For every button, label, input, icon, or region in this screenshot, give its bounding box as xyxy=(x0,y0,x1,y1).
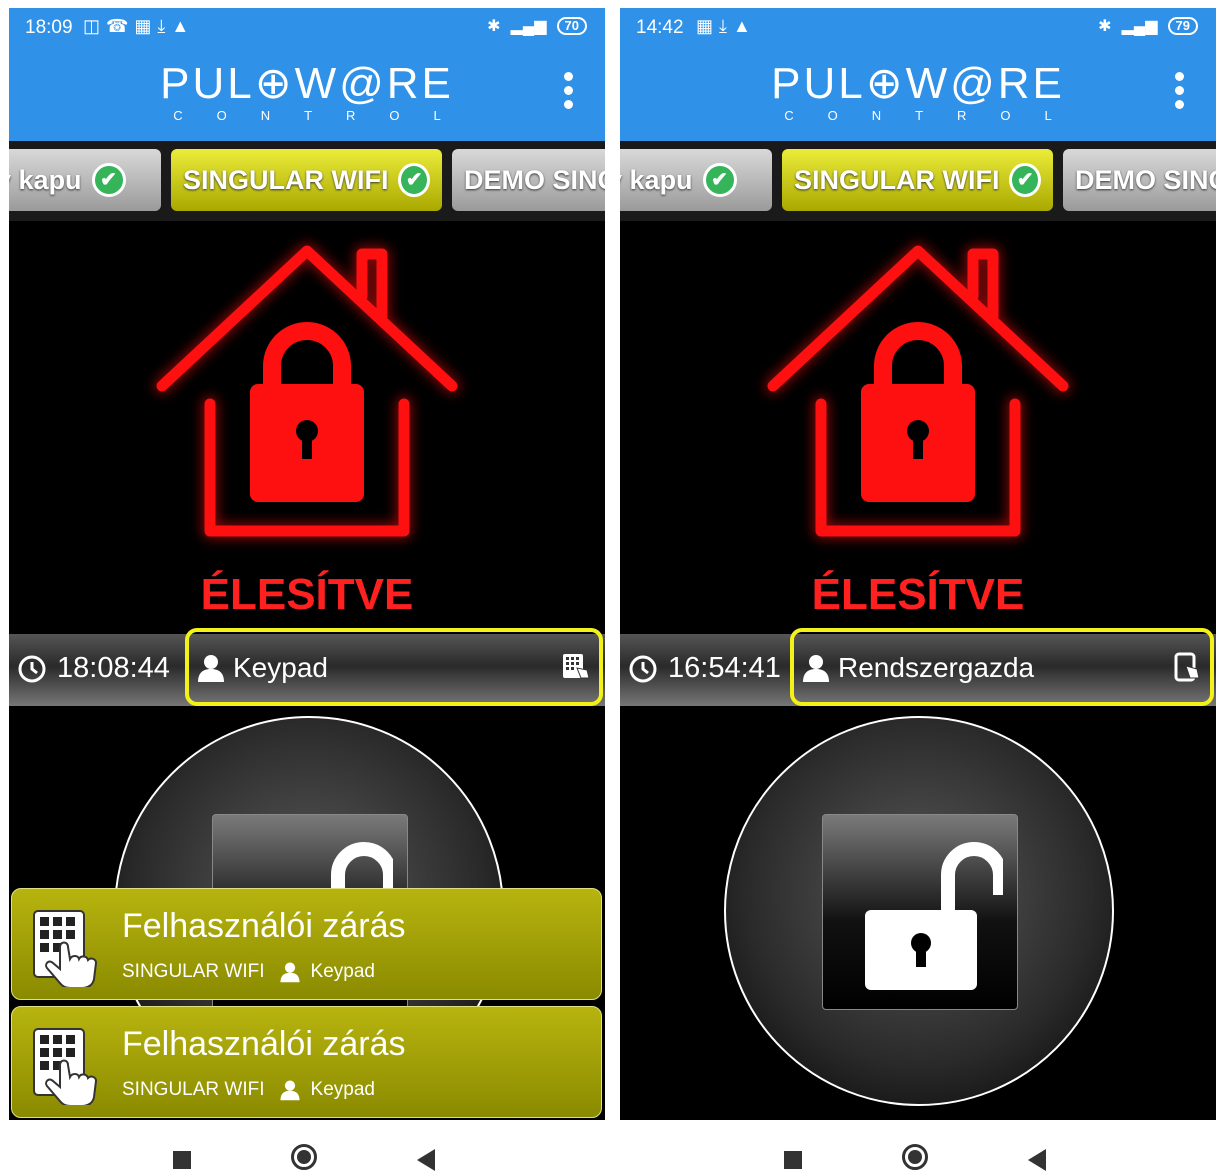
notification-title: Felhasználói zárás xyxy=(122,1025,406,1063)
overflow-menu-icon[interactable] xyxy=(1172,72,1186,116)
tab-demo-singular[interactable]: DEMO SINGULAR xyxy=(1063,149,1216,211)
keypad-touch-icon xyxy=(33,1028,98,1105)
notification-subtitle: SINGULAR WIFI Keypad xyxy=(122,961,375,983)
notification-device: SINGULAR WIFI xyxy=(122,1079,265,1100)
device-tabs: ay kapu ✔ SINGULAR WIFI ✔ DEMO SINGULAR xyxy=(9,141,605,221)
recent-apps-icon[interactable] xyxy=(173,1151,191,1169)
armed-status-label: ÉLESÍTVE xyxy=(811,570,1025,619)
tab-device[interactable]: ay kapu ✔ xyxy=(620,149,772,211)
back-icon[interactable] xyxy=(1028,1149,1046,1171)
event-user-box[interactable]: Keypad xyxy=(185,628,603,706)
disarm-button[interactable] xyxy=(724,716,1114,1106)
phone-touch-icon xyxy=(1174,652,1200,682)
notification-device: SINGULAR WIFI xyxy=(122,961,265,982)
phone-screen-left: 18:09 ◫☎▦⤓▲ ✱ ▂▄▆ 70 PUL⊕W@RE CONTROL ay… xyxy=(9,8,605,1120)
check-icon: ✔ xyxy=(398,163,430,197)
home-icon[interactable] xyxy=(291,1144,317,1170)
notification-user: Keypad xyxy=(310,1079,375,1100)
check-icon: ✔ xyxy=(702,163,737,197)
last-event-bar: 18:08:44 Keypad xyxy=(9,628,605,706)
event-user-name: Rendszergazda xyxy=(838,652,1035,683)
bluetooth-icon: ✱ xyxy=(1098,18,1112,35)
status-bar: 18:09 ◫☎▦⤓▲ ✱ ▂▄▆ 70 xyxy=(9,8,605,48)
status-time: 18:09 xyxy=(25,17,73,38)
keypad-touch-icon xyxy=(33,910,98,987)
notification-title: Felhasználói zárás xyxy=(122,907,406,945)
status-bar: 14:42 ▦⤓▲ ✱ ▂▄▆ 79 xyxy=(620,8,1216,48)
armed-house-icon xyxy=(765,243,1071,539)
home-icon[interactable] xyxy=(902,1144,928,1170)
event-time: 18:08:44 xyxy=(57,652,170,684)
clock-icon xyxy=(18,655,46,683)
last-event-bar: 16:54:41 Rendszergazda xyxy=(620,628,1216,706)
armed-status-label: ÉLESÍTVE xyxy=(200,570,414,619)
clock-icon xyxy=(629,655,657,683)
system-icons: ✱ ▂▄▆ 79 xyxy=(1098,16,1198,36)
check-icon: ✔ xyxy=(91,163,126,197)
notification-icons: ▦⤓▲ xyxy=(696,16,757,36)
unlock-icon xyxy=(865,842,1003,990)
bluetooth-icon: ✱ xyxy=(487,18,501,35)
back-icon[interactable] xyxy=(417,1149,435,1171)
phone-screen-right: 14:42 ▦⤓▲ ✱ ▂▄▆ 79 PUL⊕W@RE CONTROL ay k… xyxy=(620,8,1216,1120)
user-icon xyxy=(803,655,829,682)
system-nav-bar xyxy=(620,1138,1216,1172)
unlock-tile xyxy=(822,814,1018,1010)
signal-icon: ▂▄▆ xyxy=(1121,18,1158,35)
app-logo: PUL⊕W@RE CONTROL xyxy=(160,59,475,124)
check-icon: ✔ xyxy=(1009,163,1041,197)
notification-card[interactable]: Felhasználói zárás SINGULAR WIFI Keypad xyxy=(11,1006,602,1118)
device-tabs: ay kapu ✔ SINGULAR WIFI ✔ DEMO SINGULAR xyxy=(620,141,1216,221)
event-time: 16:54:41 xyxy=(668,652,781,684)
user-icon xyxy=(198,655,224,682)
user-icon xyxy=(279,1080,300,1101)
keypad-icon xyxy=(563,654,590,679)
recent-apps-icon[interactable] xyxy=(784,1151,802,1169)
tab-singular-wifi[interactable]: SINGULAR WIFI ✔ xyxy=(782,149,1053,211)
notification-user: Keypad xyxy=(310,961,375,982)
event-user-name: Keypad xyxy=(233,652,328,683)
notification-icons: ◫☎▦⤓▲ xyxy=(83,16,196,36)
notification-subtitle: SINGULAR WIFI Keypad xyxy=(122,1079,375,1101)
battery-icon: 70 xyxy=(556,17,587,35)
tab-demo-singular[interactable]: DEMO SINGULAR xyxy=(452,149,605,211)
notification-card[interactable]: Felhasználói zárás SINGULAR WIFI Keypad xyxy=(11,888,602,1000)
tab-singular-wifi[interactable]: SINGULAR WIFI ✔ xyxy=(171,149,442,211)
tab-device[interactable]: ay kapu ✔ xyxy=(9,149,161,211)
system-icons: ✱ ▂▄▆ 70 xyxy=(487,16,587,36)
armed-house-icon xyxy=(154,243,460,539)
overflow-menu-icon[interactable] xyxy=(561,72,575,116)
event-user-box[interactable]: Rendszergazda xyxy=(790,628,1214,706)
user-icon xyxy=(279,962,300,983)
battery-icon: 79 xyxy=(1167,17,1198,35)
app-bar: PUL⊕W@RE CONTROL xyxy=(620,48,1216,141)
app-bar: PUL⊕W@RE CONTROL xyxy=(9,48,605,141)
app-logo: PUL⊕W@RE CONTROL xyxy=(771,59,1086,124)
system-nav-bar xyxy=(9,1138,605,1172)
status-time: 14:42 xyxy=(636,17,684,38)
signal-icon: ▂▄▆ xyxy=(510,18,547,35)
